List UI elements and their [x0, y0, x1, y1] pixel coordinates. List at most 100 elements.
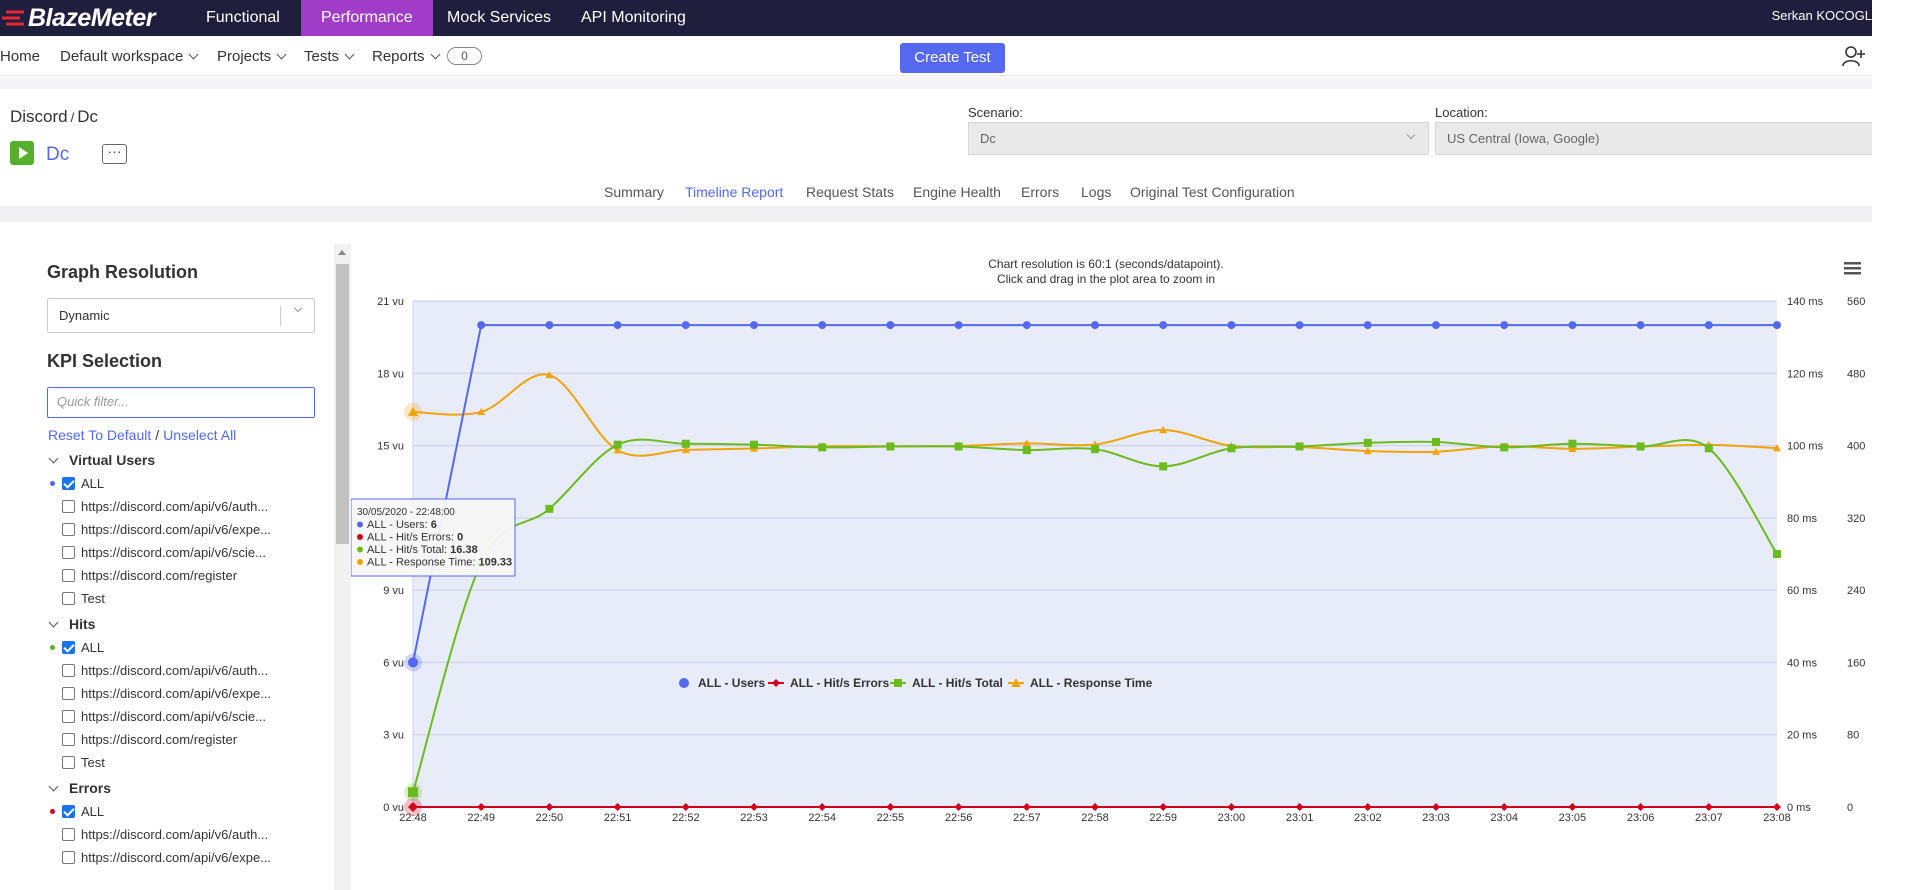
tab-logs[interactable]: Logs [1081, 184, 1111, 206]
nav-functional[interactable]: Functional [186, 0, 300, 36]
kpi-group-errors[interactable]: Errors [48, 780, 111, 796]
data-point[interactable] [1568, 321, 1577, 330]
kpi-checkbox[interactable] [62, 710, 75, 723]
kpi-checkbox[interactable] [62, 733, 75, 746]
tab-timeline-report[interactable]: Timeline Report [675, 184, 794, 208]
timeline-chart[interactable]: 0 vu 0 ms 03 vu 20 ms 806 vu 40 ms 1609 vu 60 m… [351, 244, 1872, 890]
projects-dropdown[interactable]: Projects [217, 48, 287, 65]
kpi-item[interactable]: Test [62, 755, 105, 770]
data-point[interactable] [1432, 437, 1440, 446]
data-point[interactable] [1022, 321, 1031, 330]
graph-resolution-select[interactable]: Dynamic [47, 298, 315, 333]
nav-mock-services[interactable]: Mock Services [427, 0, 571, 36]
data-point[interactable] [681, 321, 690, 330]
data-point[interactable] [1500, 321, 1509, 330]
kpi-item[interactable]: https://discord.com/api/v6/auth... [62, 827, 268, 842]
scenario-select[interactable]: Dc [968, 122, 1429, 155]
kpi-item[interactable]: Test [62, 591, 105, 606]
data-point[interactable] [1227, 321, 1236, 330]
reset-to-default-link[interactable]: Reset To Default [48, 427, 151, 443]
kpi-checkbox[interactable] [62, 828, 75, 841]
data-point[interactable] [1773, 550, 1781, 558]
tab-errors[interactable]: Errors [1021, 184, 1059, 206]
kpi-checkbox[interactable] [62, 477, 75, 490]
data-point[interactable] [408, 657, 418, 668]
scrollbar-thumb[interactable] [336, 264, 349, 544]
kpi-checkbox[interactable] [62, 687, 75, 700]
data-point[interactable] [750, 440, 758, 449]
workspace-dropdown[interactable]: Default workspace [60, 48, 199, 65]
chart-menu-icon[interactable] [1844, 262, 1861, 265]
kpi-item[interactable]: https://discord.com/api/v6/expe... [62, 850, 271, 865]
breadcrumb-project[interactable]: Discord [10, 107, 68, 126]
kpi-item[interactable]: https://discord.com/api/v6/auth... [62, 499, 268, 514]
data-point[interactable] [1295, 442, 1304, 451]
breadcrumb-test[interactable]: Dc [77, 107, 98, 126]
kpi-item[interactable]: https://discord.com/register [62, 732, 237, 747]
data-point[interactable] [1568, 439, 1577, 448]
kpi-item[interactable]: https://discord.com/api/v6/scie... [62, 545, 266, 560]
kpi-item[interactable]: https://discord.com/register [62, 568, 237, 583]
kpi-checkbox[interactable] [62, 664, 75, 677]
legend-item[interactable]: ALL - Response Time [1008, 676, 1153, 690]
nav-performance[interactable]: Performance [301, 0, 433, 36]
kpi-checkbox[interactable] [62, 756, 75, 769]
kpi-item[interactable]: https://discord.com/api/v6/expe... [62, 686, 271, 701]
data-point[interactable] [1704, 321, 1713, 330]
kpi-checkbox[interactable] [62, 851, 75, 864]
blazemeter-logo[interactable]: BlazeMeter [0, 0, 156, 36]
kpi-checkbox[interactable] [62, 569, 75, 582]
quick-filter-input[interactable]: Quick filter... [47, 387, 315, 418]
plot-area[interactable] [413, 301, 1777, 807]
reports-dropdown[interactable]: Reports [372, 48, 440, 65]
tab-summary[interactable]: Summary [604, 184, 664, 206]
data-point[interactable] [1227, 444, 1236, 453]
kpi-item[interactable]: https://discord.com/api/v6/scie... [62, 709, 266, 724]
kpi-checkbox[interactable] [62, 641, 75, 654]
chart-menu-icon[interactable] [1844, 272, 1861, 275]
data-point[interactable] [1363, 438, 1372, 447]
kpi-item[interactable]: https://discord.com/api/v6/expe... [62, 522, 271, 537]
data-point[interactable] [408, 787, 418, 798]
sidebar-scrollbar[interactable] [334, 244, 351, 890]
kpi-checkbox[interactable] [62, 805, 75, 818]
data-point[interactable] [886, 321, 895, 330]
data-point[interactable] [1159, 321, 1168, 330]
scroll-up-arrow-icon[interactable] [338, 250, 346, 255]
data-point[interactable] [1159, 462, 1168, 471]
chart-menu-icon[interactable] [1844, 267, 1861, 270]
data-point[interactable] [818, 443, 827, 452]
data-point[interactable] [1704, 444, 1713, 453]
run-test-icon[interactable] [10, 141, 34, 165]
kpi-group-virtual-users[interactable]: Virtual Users [48, 452, 155, 468]
kpi-item[interactable]: ALL [50, 804, 104, 819]
data-point[interactable] [818, 321, 827, 330]
data-point[interactable] [545, 321, 554, 330]
more-options-button[interactable]: ··· [102, 144, 127, 164]
kpi-checkbox[interactable] [62, 546, 75, 559]
kpi-item[interactable]: ALL [50, 476, 104, 491]
data-point[interactable] [954, 442, 963, 451]
kpi-group-hits[interactable]: Hits [48, 616, 95, 632]
data-point[interactable] [750, 321, 758, 330]
data-point[interactable] [1636, 321, 1645, 330]
kpi-item[interactable]: https://discord.com/api/v6/auth... [62, 663, 268, 678]
test-name[interactable]: Dc [46, 144, 69, 166]
kpi-checkbox[interactable] [62, 523, 75, 536]
data-point[interactable] [1636, 442, 1645, 451]
data-point[interactable] [1091, 445, 1099, 454]
kpi-checkbox[interactable] [62, 592, 75, 605]
data-point[interactable] [1022, 446, 1031, 455]
data-point[interactable] [613, 440, 622, 449]
data-point[interactable] [477, 321, 486, 330]
location-select[interactable]: US Central (Iowa, Google) [1435, 122, 1872, 155]
data-point[interactable] [681, 439, 690, 448]
data-point[interactable] [886, 442, 895, 451]
data-point[interactable] [545, 504, 554, 513]
kpi-item[interactable]: ALL [50, 640, 104, 655]
kpi-checkbox[interactable] [62, 500, 75, 513]
data-point[interactable] [1363, 321, 1372, 330]
tab-request-stats[interactable]: Request Stats [806, 184, 894, 206]
home-link[interactable]: Home [0, 48, 40, 65]
data-point[interactable] [1500, 443, 1509, 452]
